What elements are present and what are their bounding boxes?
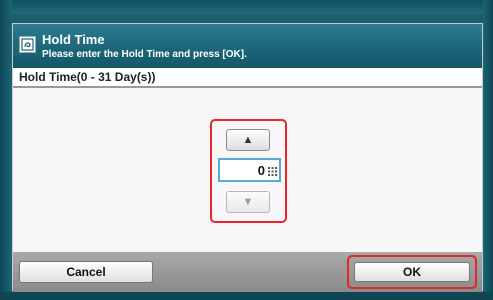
- hold-time-dialog: Hold Time Please enter the Hold Time and…: [12, 23, 483, 292]
- dialog-titlebar: Hold Time Please enter the Hold Time and…: [13, 24, 482, 68]
- cancel-button[interactable]: Cancel: [19, 261, 153, 283]
- dialog-footer: Cancel OK: [13, 252, 482, 292]
- down-arrow-icon: ▼: [242, 196, 254, 208]
- device-bezel-top: [0, 0, 493, 14]
- ok-button-highlight: OK: [347, 255, 477, 289]
- hold-time-value: 0: [257, 163, 265, 178]
- hold-time-stepper: ▲ 0 ▼: [210, 119, 287, 223]
- hold-time-icon: [19, 36, 36, 53]
- field-label: Hold Time(0 - 31 Day(s)): [19, 70, 156, 84]
- ok-button[interactable]: OK: [354, 262, 470, 282]
- dialog-title: Hold Time: [42, 32, 105, 47]
- device-bezel-bottom: [0, 292, 493, 300]
- device-bezel-left: [0, 0, 12, 300]
- keypad-icon: [268, 167, 277, 176]
- device-bezel-right: [483, 0, 493, 300]
- hold-time-input[interactable]: 0: [218, 158, 281, 182]
- field-label-bar: Hold Time(0 - 31 Day(s)): [13, 68, 482, 88]
- increment-button[interactable]: ▲: [226, 129, 270, 151]
- decrement-button[interactable]: ▼: [226, 191, 270, 213]
- up-arrow-icon: ▲: [242, 134, 254, 146]
- dialog-subtitle: Please enter the Hold Time and press [OK…: [42, 49, 247, 60]
